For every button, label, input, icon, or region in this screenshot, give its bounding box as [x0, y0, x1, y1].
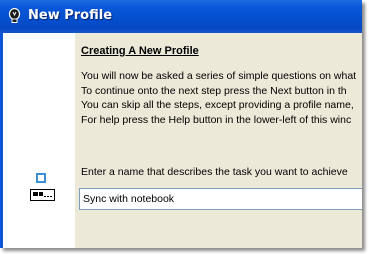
name-field-icon	[30, 189, 55, 201]
name-prompt-label: Enter a name that describes the task you…	[81, 166, 348, 178]
instruction-line: To continue onto the next step press the…	[81, 84, 347, 97]
wizard-content-panel: Creating A New Profile You will now be a…	[75, 33, 362, 248]
instruction-line: You can skip all the steps, except provi…	[81, 99, 354, 111]
instructions: You will now be asked a series of simple…	[81, 69, 356, 127]
new-profile-window: New Profile Creating A New Profile You w…	[0, 0, 362, 248]
profile-name-input[interactable]	[79, 188, 362, 210]
title-bar[interactable]: New Profile	[0, 0, 362, 33]
page-heading: Creating A New Profile	[81, 45, 199, 57]
wizard-body: Creating A New Profile You will now be a…	[0, 33, 362, 248]
instruction-line: You will now be asked a series of simple…	[81, 70, 357, 82]
instruction-line: For help press the Help button in the lo…	[81, 113, 352, 126]
window-title: New Profile	[28, 8, 113, 23]
step-square-icon	[36, 173, 46, 183]
lightbulb-icon	[8, 8, 21, 23]
